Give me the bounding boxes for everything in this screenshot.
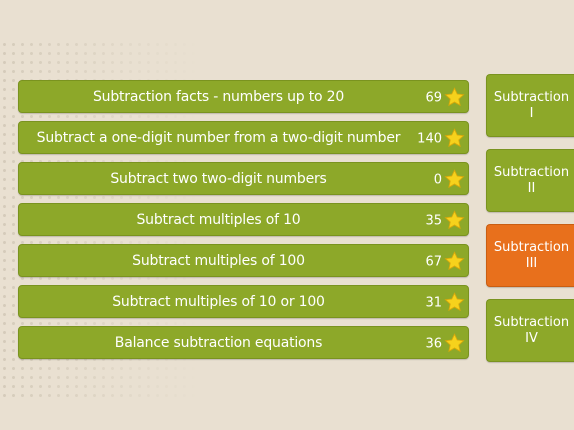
skill-row[interactable]: Subtract a one-digit number from a two-d…: [18, 121, 469, 154]
skill-label: Subtraction facts - numbers up to 20: [92, 88, 345, 105]
level-tab-title: Subtraction: [493, 164, 570, 180]
star-count: 31: [425, 294, 442, 310]
skill-label: Subtract two two-digit numbers: [110, 170, 327, 187]
skill-row[interactable]: Subtract two two-digit numbers 0: [18, 162, 469, 195]
skill-label: Subtract multiples of 10 or 100: [112, 293, 325, 310]
skill-row[interactable]: Balance subtraction equations 36: [18, 326, 469, 359]
skill-row[interactable]: Subtract multiples of 100 67: [18, 244, 469, 277]
skill-row[interactable]: Subtract multiples of 10 35: [18, 203, 469, 236]
level-tab-subtraction-i[interactable]: Subtraction I: [486, 74, 574, 137]
level-tab-numeral: III: [525, 255, 538, 271]
star-icon: [444, 168, 465, 188]
level-tab-numeral: II: [527, 180, 536, 196]
level-tab-subtraction-iii[interactable]: Subtraction III: [486, 224, 574, 287]
star-count: 35: [425, 212, 442, 228]
star-count: 0: [433, 171, 442, 187]
star-icon: [444, 127, 465, 147]
level-tab-title: Subtraction: [493, 89, 570, 105]
star-icon: [444, 250, 465, 270]
level-tab-numeral: I: [529, 105, 534, 121]
skill-list: Subtraction facts - numbers up to 20 69 …: [18, 80, 469, 367]
skill-label: Balance subtraction equations: [114, 334, 323, 351]
level-tab-title: Subtraction: [493, 239, 570, 255]
star-icon: [444, 291, 465, 311]
skill-label: Subtract multiples of 100: [132, 252, 305, 269]
star-count: 36: [425, 335, 442, 351]
skill-label: Subtract a one-digit number from a two-d…: [36, 129, 401, 146]
level-tabs: Subtraction I Subtraction II Subtraction…: [486, 74, 574, 374]
star-icon: [444, 332, 465, 352]
star-count: 69: [425, 89, 442, 105]
skill-row[interactable]: Subtract multiples of 10 or 100 31: [18, 285, 469, 318]
star-icon: [444, 86, 465, 106]
skill-label: Subtract multiples of 10: [136, 211, 301, 228]
skill-row[interactable]: Subtraction facts - numbers up to 20 69: [18, 80, 469, 113]
level-tab-subtraction-ii[interactable]: Subtraction II: [486, 149, 574, 212]
level-tab-title: Subtraction: [493, 314, 570, 330]
star-icon: [444, 209, 465, 229]
star-count: 140: [417, 130, 442, 146]
level-tab-numeral: IV: [525, 330, 538, 346]
level-tab-subtraction-iv[interactable]: Subtraction IV: [486, 299, 574, 362]
star-count: 67: [425, 253, 442, 269]
